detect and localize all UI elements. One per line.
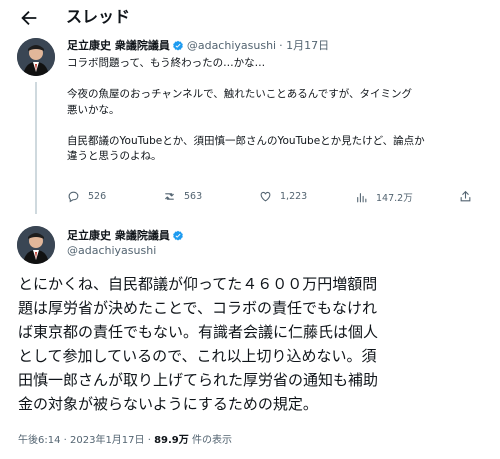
tweet-line: 違うと思うのよね。 xyxy=(67,150,162,162)
reply-count: 526 xyxy=(88,191,107,202)
thread-header: スレッド xyxy=(0,0,500,34)
tweet1-author[interactable]: 足立康史 衆議院議員 @adachiyasushi · 1月17日 xyxy=(67,38,329,53)
author-handle[interactable]: @adachiyasushi xyxy=(67,243,156,258)
retweet-button[interactable]: 563 xyxy=(163,190,202,203)
tweet-line: 田慎一郎さんが取り上げてられた厚労省の通知も補助 xyxy=(18,371,379,389)
like-button[interactable]: 1,223 xyxy=(259,190,307,203)
author-name[interactable]: 足立康史 衆議院議員 xyxy=(67,228,170,243)
tweet-line: として参加しているので、これ以上切り込めない。須 xyxy=(18,347,377,365)
tweet-line: 今夜の魚屋のおっチャンネルで、触れたいことあるんですが、タイミング xyxy=(67,88,413,100)
share-icon xyxy=(460,190,471,202)
tweet-line: 悪いかな。 xyxy=(67,103,120,116)
reply-icon xyxy=(68,191,79,203)
tweet-date[interactable]: · 1月17日 xyxy=(279,38,329,53)
tweet-line: 金の対象が被らないようにするための規定。 xyxy=(18,395,318,413)
views-total: 89.9万 xyxy=(154,435,189,446)
views-count: 147.2万 xyxy=(376,193,413,204)
thread-connector xyxy=(35,82,37,214)
tweet-meta: 午後6:14 · 2023年1月17日 · 89.9万 件の表示 xyxy=(18,434,232,448)
verified-badge-icon xyxy=(172,230,183,240)
tweet-line: ば東京都の責任でもない。有識者会議に仁藤氏は個人 xyxy=(18,323,379,341)
retweet-count: 563 xyxy=(184,191,203,202)
tweet-timestamp[interactable]: 午後6:14 · 2023年1月17日 · xyxy=(18,435,154,446)
tweet2-text: とにかくね、自民都議が仰ってた４６００万円増額問 題は厚労省が決めたことで、コラ… xyxy=(18,272,496,416)
heart-icon xyxy=(260,191,271,202)
tweet1-text: コラボ問題って、もう終わったの…かな… 今夜の魚屋のおっチャンネルで、触れたいこ… xyxy=(67,56,492,165)
tweet-line: とにかくね、自民都議が仰ってた４６００万円増額問 xyxy=(18,275,378,293)
retweet-icon xyxy=(165,193,174,200)
views-button[interactable]: 147.2万 xyxy=(355,190,413,204)
tweet2-author[interactable]: 足立康史 衆議院議員 xyxy=(67,228,184,243)
avatar[interactable] xyxy=(17,226,55,264)
avatar[interactable] xyxy=(17,38,55,76)
arrow-left-icon[interactable] xyxy=(18,7,40,29)
verified-badge-icon xyxy=(172,40,183,50)
tweet-line: 題は厚労省が決めたことで、コラボの責任でもなけれ xyxy=(18,299,377,317)
page-title: スレッド xyxy=(66,7,131,26)
author-handle[interactable]: @adachiyasushi xyxy=(187,38,276,53)
views-label: 件の表示 xyxy=(188,435,232,446)
reply-button[interactable]: 526 xyxy=(67,190,106,203)
author-name[interactable]: 足立康史 衆議院議員 xyxy=(67,38,170,53)
tweet1-actions: 526 563 1,223 147.2万 xyxy=(67,190,471,206)
tweet-line: コラボ問題って、もう終わったの…かな… xyxy=(67,57,266,69)
share-button[interactable] xyxy=(459,190,472,203)
views-chart-icon xyxy=(357,192,367,202)
like-count: 1,223 xyxy=(280,191,308,202)
tweet-line: 自民都議のYouTubeとか、須田慎一郎さんのYouTubeとか見たけど、論点か xyxy=(67,134,425,147)
